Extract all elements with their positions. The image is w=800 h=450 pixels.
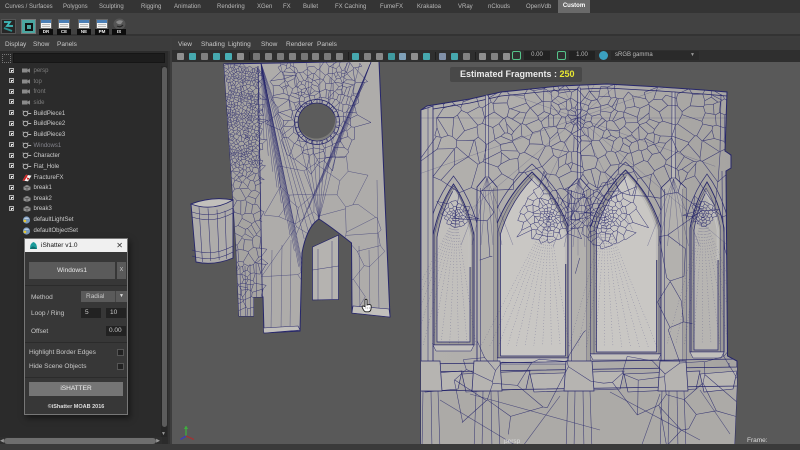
svg-text:Estimated Fragments : 250: Estimated Fragments : 250: [460, 69, 575, 79]
svg-text:Frame:: Frame:: [747, 437, 768, 444]
